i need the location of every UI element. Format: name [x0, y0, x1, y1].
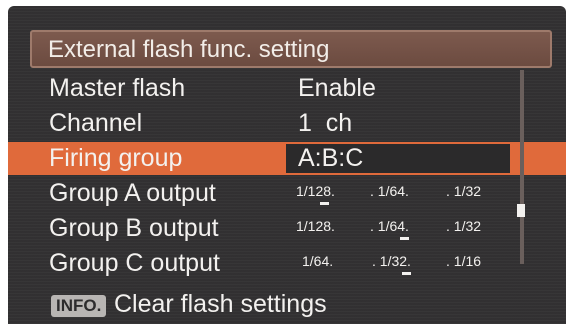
menu-row-master-flash[interactable]: Master flash Enable [8, 72, 566, 105]
group-a-output-label: Group A output [49, 179, 216, 207]
scale-tick-label: 1/64. [302, 253, 334, 269]
menu-row-group-a-output[interactable]: Group A output 1/128. . 1/64. . 1/32 [8, 177, 566, 210]
scrollbar-track[interactable] [520, 70, 524, 264]
firing-group-label: Firing group [49, 144, 183, 172]
page-title: External flash func. setting [48, 36, 330, 63]
info-button-badge[interactable]: INFO. [51, 295, 107, 317]
footer-hint: INFO. Clear flash settings [8, 286, 566, 324]
channel-value: 1 ch [298, 109, 353, 137]
output-level-marker [320, 202, 329, 205]
footer-hint-text: Clear flash settings [114, 290, 327, 318]
group-c-output-label: Group C output [49, 249, 220, 277]
scale-tick-label: . 1/32. [372, 253, 411, 269]
menu-row-group-b-output[interactable]: Group B output 1/128. . 1/64. . 1/32 [8, 212, 566, 245]
camera-lcd-screen: External flash func. setting Master flas… [8, 6, 566, 324]
master-flash-label: Master flash [49, 74, 186, 102]
scale-tick-label: . 1/16 [446, 253, 482, 269]
scale-tick-label: . 1/64. [370, 218, 409, 234]
master-flash-value: Enable [298, 74, 376, 102]
group-b-output-label: Group B output [49, 214, 219, 242]
scale-tick-label: 1/128. [296, 218, 335, 234]
scale-tick-label: . 1/64. [370, 183, 409, 199]
menu-row-channel[interactable]: Channel 1 ch [8, 107, 566, 140]
scrollbar-thumb[interactable] [517, 204, 525, 217]
menu-row-group-c-output[interactable]: Group C output 1/64. . 1/32. . 1/16 [8, 247, 566, 280]
firing-group-value: A:B:C [298, 144, 364, 172]
group-a-output-scale: 1/128. . 1/64. . 1/32 [296, 177, 516, 210]
scale-tick-label: . 1/32 [446, 218, 482, 234]
output-level-marker [402, 272, 411, 275]
channel-label: Channel [49, 109, 143, 137]
menu-row-firing-group[interactable]: Firing group A:B:C [8, 142, 566, 175]
group-b-output-scale: 1/128. . 1/64. . 1/32 [296, 212, 516, 245]
title-bar: External flash func. setting [30, 30, 552, 68]
group-c-output-scale: 1/64. . 1/32. . 1/16 [296, 247, 516, 280]
output-level-marker [400, 237, 409, 240]
scale-tick-label: . 1/32 [446, 183, 482, 199]
scale-tick-label: 1/128. [296, 183, 335, 199]
